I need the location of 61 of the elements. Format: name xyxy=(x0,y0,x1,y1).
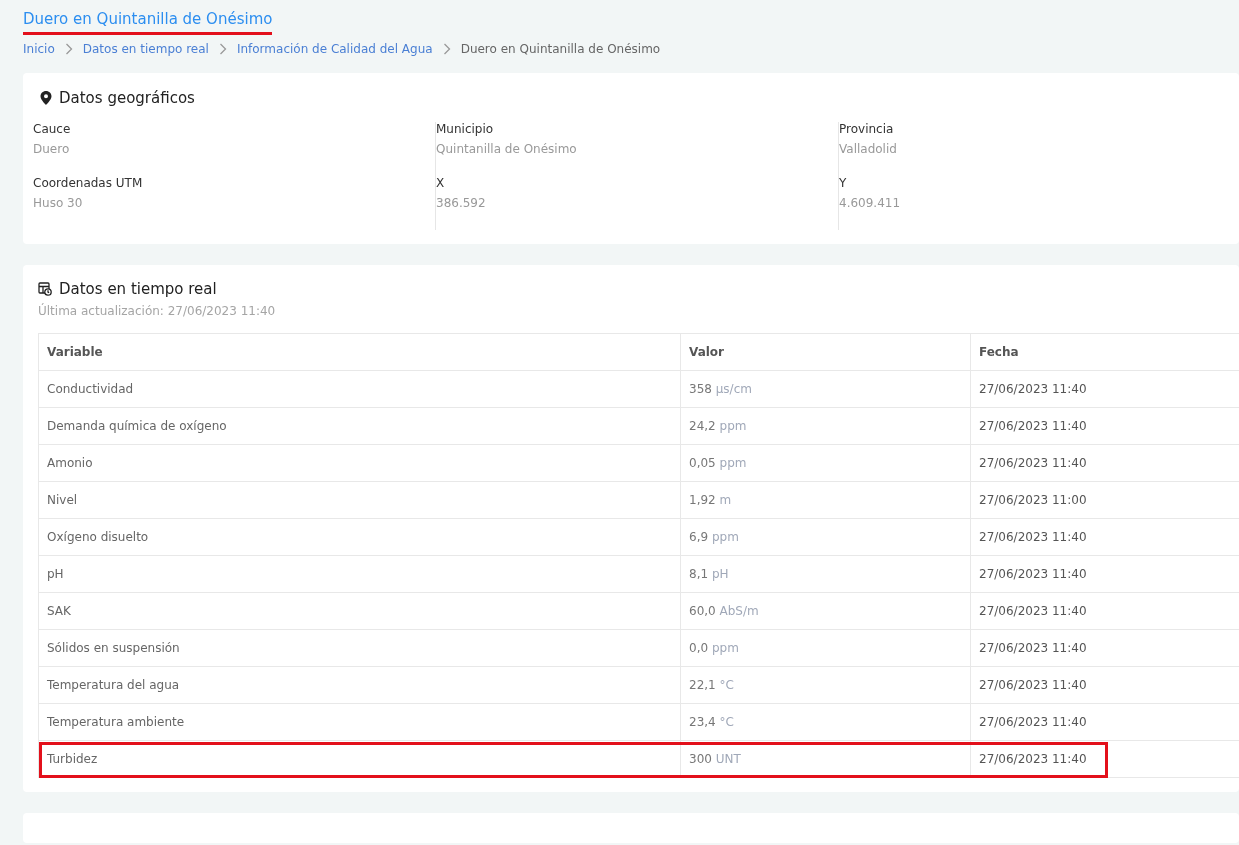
value-amount: 60,0 xyxy=(689,604,716,618)
field-label: Cauce xyxy=(33,122,72,136)
value-unit: pH xyxy=(711,567,729,581)
field-value: Duero xyxy=(33,142,71,156)
column-header: Fecha xyxy=(970,333,1239,371)
last-update-text: Última actualización: 27/06/2023 11:40 xyxy=(38,304,277,318)
value-amount: 0,05 xyxy=(689,456,716,470)
value-unit: °C xyxy=(719,678,734,692)
value-unit: ppm xyxy=(719,456,747,470)
value-unit: AbS/m xyxy=(719,604,759,618)
field-label: Y xyxy=(839,176,848,190)
variable-name: Turbidez xyxy=(47,752,98,766)
variable-name: SAK xyxy=(47,604,71,618)
column-header: Variable xyxy=(38,333,681,371)
value-amount: 8,1 xyxy=(689,567,709,581)
field-label: X xyxy=(436,176,446,190)
field-label: Provincia xyxy=(839,122,895,136)
variable-name: Conductividad xyxy=(47,382,134,396)
chevron-right-icon xyxy=(442,43,451,55)
value-unit: ppm xyxy=(719,419,747,433)
breadcrumb-link[interactable]: Información de Calidad del Agua xyxy=(236,42,433,56)
variable-name: Sólidos en suspensión xyxy=(47,641,180,655)
field-value: 4.609.411 xyxy=(839,196,902,210)
field-label: Municipio xyxy=(436,122,495,136)
chevron-right-icon xyxy=(64,43,73,55)
variable-name: Temperatura ambiente xyxy=(47,715,185,729)
value-amount: 23,4 xyxy=(689,715,716,729)
value-unit: m xyxy=(719,493,732,507)
chevron-right-icon xyxy=(218,43,227,55)
map-pin-icon xyxy=(40,91,52,105)
breadcrumb-current: Duero en Quintanilla de Onésimo xyxy=(460,42,661,56)
value-unit: µs/cm xyxy=(715,382,752,396)
value-amount: 6,9 xyxy=(689,530,709,544)
breadcrumb-link[interactable]: Inicio xyxy=(23,42,55,56)
page-title: Duero en Quintanilla de Onésimo xyxy=(23,8,273,35)
field-value: 386.592 xyxy=(436,196,487,210)
value-amount: 358 xyxy=(689,382,712,396)
value-unit: UNT xyxy=(715,752,741,766)
value-amount: 0,0 xyxy=(689,641,709,655)
variable-name: Nivel xyxy=(47,493,78,507)
value-amount: 1,92 xyxy=(689,493,716,507)
value-unit: ppm xyxy=(711,530,739,544)
value-unit: ppm xyxy=(711,641,739,655)
field-value: Quintanilla de Onésimo xyxy=(436,142,578,156)
value-amount: 22,1 xyxy=(689,678,716,692)
value-unit: °C xyxy=(719,715,734,729)
variable-name: Temperatura del agua xyxy=(47,678,180,692)
variable-name: Demanda química de oxígeno xyxy=(47,419,227,433)
table-clock-icon xyxy=(38,282,52,296)
value-amount: 24,2 xyxy=(689,419,716,433)
section-title: Datos en tiempo real xyxy=(59,280,217,298)
variable-name: pH xyxy=(47,567,64,581)
field-value: Huso 30 xyxy=(33,196,84,210)
breadcrumb-link[interactable]: Datos en tiempo real xyxy=(82,42,209,56)
section-title: Datos geográficos xyxy=(59,89,195,107)
field-label: Coordenadas UTM xyxy=(33,176,144,190)
value-amount: 300 xyxy=(689,752,712,766)
column-header: Valor xyxy=(680,333,971,371)
field-value: Valladolid xyxy=(839,142,898,156)
variable-name: Oxígeno disuelto xyxy=(47,530,149,544)
variable-name: Amonio xyxy=(47,456,93,470)
